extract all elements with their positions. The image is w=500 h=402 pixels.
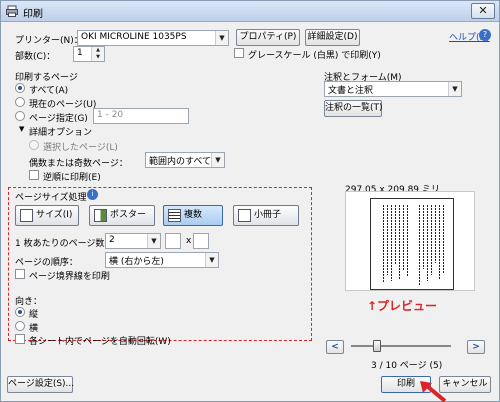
chevron-down-icon: ▼ <box>215 31 228 45</box>
page-counter: 3 / 10 ページ (5) <box>371 361 443 371</box>
size-icon <box>20 209 33 222</box>
current-page-radio[interactable] <box>15 97 25 107</box>
chevron-down-icon: ▼ <box>205 253 218 267</box>
poster-tab-button[interactable]: ポスター <box>89 205 155 226</box>
arrow-pointer-icon <box>420 381 447 402</box>
selected-pages-label: 選択したページ(L) <box>43 143 118 153</box>
chevron-down-icon: ▼ <box>147 234 160 248</box>
print-borders-label: ページ境界線を印刷 <box>29 272 110 282</box>
multiple-tab-button[interactable]: 複数 <box>163 205 223 226</box>
preview-annotation: ↑プレビュー <box>367 299 438 313</box>
multiple-pages-icon <box>168 209 181 222</box>
preview-image <box>345 191 475 291</box>
close-icon: ✕ <box>478 4 488 17</box>
previous-page-button[interactable]: < <box>326 340 344 354</box>
grayscale-checkbox[interactable] <box>234 48 244 58</box>
chevron-down-icon: ▼ <box>448 82 461 96</box>
booklet-icon <box>238 209 251 222</box>
portrait-radio[interactable] <box>15 307 25 317</box>
booklet-tab-label: 小冊子 <box>254 210 282 220</box>
window-title: 印刷 <box>23 9 43 20</box>
multiple-tab-label: 複数 <box>184 210 203 220</box>
printer-value: OKI MICROLINE 1035PS <box>81 32 187 42</box>
comments-select[interactable]: 文書と注釈 ▼ <box>324 81 462 97</box>
pages-per-sheet-value: 2 <box>109 235 115 245</box>
page-range-label: ページ指定(G) <box>29 114 88 124</box>
printer-icon <box>6 5 18 17</box>
auto-rotate-checkbox[interactable] <box>15 334 25 344</box>
page-range-placeholder: 1 - 20 <box>97 110 124 120</box>
next-page-button[interactable]: > <box>467 340 485 354</box>
columns-input[interactable] <box>165 233 181 249</box>
current-page-label: 現在のページ(U) <box>29 100 97 110</box>
print-dialog: 印刷 ✕ プリンター(N)： OKI MICROLINE 1035PS ▼ プロ… <box>0 0 500 402</box>
pages-per-sheet-label: 1 枚あたりのページ数： <box>15 239 114 249</box>
pages-section-label: 印刷するページ <box>15 73 78 83</box>
print-borders-checkbox[interactable] <box>15 269 25 279</box>
stepper-icon[interactable]: ▲ ▼ <box>91 47 104 61</box>
reverse-order-label: 逆順に印刷(E) <box>43 173 101 183</box>
auto-rotate-label: 各シート内でページを自動回転(W) <box>29 337 171 347</box>
page-slider-thumb[interactable] <box>373 340 381 352</box>
page-sizing-label: ページサイズ処理 <box>15 193 87 203</box>
grayscale-label: グレースケール (白黒) で印刷(Y) <box>248 51 381 61</box>
reverse-order-checkbox[interactable] <box>29 170 39 180</box>
landscape-radio[interactable] <box>15 321 25 331</box>
page-order-value: 横 (右から左) <box>109 257 164 267</box>
all-pages-radio[interactable] <box>15 83 25 93</box>
chevron-down-icon: ▼ <box>211 153 224 167</box>
size-tab-button[interactable]: サイズ(I) <box>15 205 79 226</box>
page-range-input[interactable]: 1 - 20 <box>93 108 189 124</box>
size-tab-label: サイズ(I) <box>36 210 73 220</box>
printer-select[interactable]: OKI MICROLINE 1035PS ▼ <box>77 30 229 46</box>
orientation-label: 向き： <box>15 297 43 307</box>
x-label: x <box>186 236 192 246</box>
copies-input[interactable]: 1 ▲ ▼ <box>73 46 105 62</box>
page-order-select[interactable]: 横 (右から左) ▼ <box>105 252 219 268</box>
poster-tab-label: ポスター <box>110 210 147 220</box>
copies-value: 1 <box>77 48 83 58</box>
page-range-radio[interactable] <box>15 111 25 121</box>
portrait-label: 縦 <box>29 310 39 320</box>
close-button[interactable]: ✕ <box>471 3 495 19</box>
page-order-label: ページの順序： <box>15 258 78 268</box>
comments-value: 文書と注釈 <box>328 86 374 96</box>
advanced-button[interactable]: 詳細設定(D) <box>305 29 360 46</box>
booklet-tab-button[interactable]: 小冊子 <box>233 205 299 226</box>
poster-icon <box>94 209 107 222</box>
selected-pages-radio[interactable] <box>29 140 39 150</box>
odd-even-select[interactable]: 範囲内のすべてのページ ▼ <box>145 152 225 168</box>
page-setup-button[interactable]: ページ設定(S)... <box>7 376 74 393</box>
chevron-right-icon: > <box>472 342 480 352</box>
help-icon[interactable]: ? <box>479 29 491 41</box>
rows-input[interactable] <box>193 233 209 249</box>
chevron-left-icon: < <box>331 342 339 352</box>
page-slider-track[interactable] <box>351 345 451 347</box>
more-options-label[interactable]: 詳細オプション <box>29 125 92 138</box>
properties-button[interactable]: プロパティ(P) <box>236 29 300 46</box>
triangle-down-icon[interactable]: ▼ <box>19 125 24 133</box>
odd-even-label: 偶数または奇数ページ： <box>29 159 128 169</box>
summarize-comments-button[interactable]: 注釈の一覧(T) <box>324 100 383 117</box>
printer-label: プリンター(N)： <box>15 36 83 46</box>
all-pages-label: すべて(A) <box>29 86 69 96</box>
info-icon[interactable]: i <box>87 189 98 200</box>
title-bar: 印刷 ✕ <box>1 1 499 22</box>
landscape-label: 横 <box>29 324 39 334</box>
pages-per-sheet-select[interactable]: 2 ▼ <box>105 233 161 249</box>
copies-label: 部数(C)： <box>15 52 56 62</box>
preview-page <box>370 198 454 290</box>
